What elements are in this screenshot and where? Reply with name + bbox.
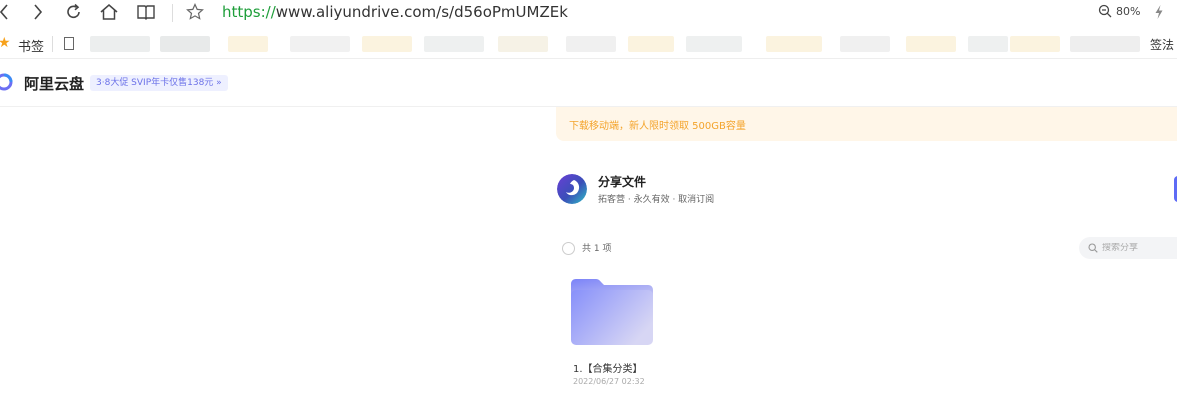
address-bar[interactable]: https://www.aliyundrive.com/s/d56oPmUMZE… [222,2,568,22]
browser-toolbar: https://www.aliyundrive.com/s/d56oPmUMZE… [0,0,1177,26]
bookmark-star-icon: ★ [0,35,11,51]
promo-badge[interactable]: 3·8大促 SVIP年卡仅售138元 » [90,75,228,91]
home-icon[interactable] [98,0,120,24]
refresh-icon[interactable] [64,0,84,24]
bookmarks-bar: ★ 书签 签法 [0,30,1177,59]
brand-name[interactable]: 阿里云盘 [24,73,84,94]
zoom-level: 80% [1116,4,1141,18]
download-banner[interactable]: 下载移动端，新人限时领取 500GB容量 [556,107,1177,141]
zoom-control[interactable]: 80% [1098,4,1140,18]
star-icon[interactable] [184,0,206,24]
toolbar-divider [172,4,173,22]
search-input[interactable] [1102,243,1172,253]
share-search[interactable] [1079,237,1177,259]
bookmark-folder-icon[interactable] [64,37,74,50]
folder-icon[interactable] [570,278,654,346]
sharer-avatar [557,174,587,204]
forward-icon[interactable] [30,0,46,24]
bookmarks-label[interactable]: 书签 [18,36,44,55]
item-count: 共 1 项 [582,244,612,254]
file-name: 1.【合集分类】 [573,364,643,375]
select-all-checkbox[interactable] [562,242,575,255]
reader-icon[interactable] [135,0,157,24]
url-path: www.aliyundrive.com/s/d56oPmUMZEk [275,3,568,21]
back-icon[interactable] [0,0,12,24]
lightning-icon[interactable] [1152,0,1166,24]
aliyundrive-logo-icon[interactable] [0,72,14,92]
file-date: 2022/06/27 02:32 [573,377,645,386]
app-header: 阿里云盘 3·8大促 SVIP年卡仅售138元 » [0,60,1177,107]
zoom-icon [1098,4,1112,18]
url-protocol: https:// [222,3,276,21]
share-title: 分享文件 [598,175,647,189]
bookmarks-divider [52,36,53,52]
search-icon [1088,243,1098,253]
banner-text: 下载移动端，新人限时领取 500GB容量 [569,121,746,132]
share-meta: 拓客营 · 永久有效 · 取消订阅 [598,195,715,205]
bookmark-item-right[interactable]: 签法 [1150,36,1174,53]
